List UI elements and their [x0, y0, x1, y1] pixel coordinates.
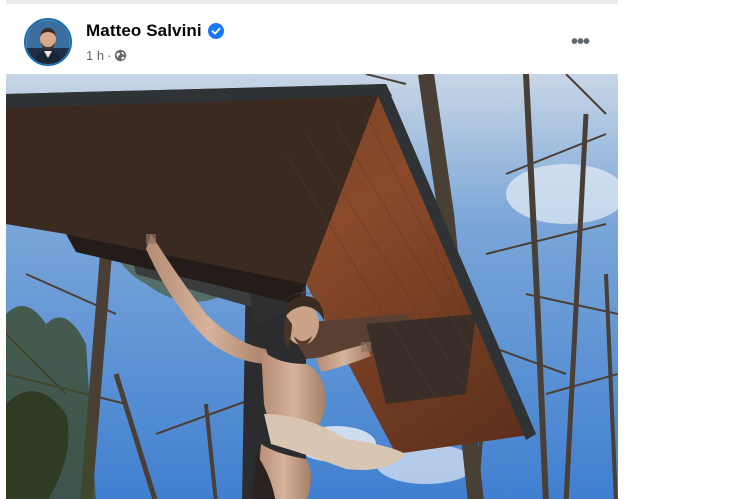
author-avatar[interactable] — [24, 18, 72, 66]
meta-separator: · — [107, 48, 112, 63]
post-meta: 1 h · — [86, 48, 127, 63]
author-row: Matteo Salvini — [86, 20, 224, 42]
crucifix-photo — [6, 74, 618, 499]
post-card: Matteo Salvini 1 h · ••• — [6, 0, 618, 499]
verified-badge-icon — [207, 23, 224, 39]
more-options-button[interactable]: ••• — [564, 31, 596, 53]
page-background-right — [618, 0, 750, 499]
post-header: Matteo Salvini 1 h · ••• — [6, 4, 618, 70]
author-name[interactable]: Matteo Salvini — [86, 21, 202, 41]
post-timestamp[interactable]: 1 h — [86, 48, 104, 63]
post-photo[interactable] — [6, 74, 618, 499]
globe-icon — [115, 49, 127, 62]
avatar-image — [26, 20, 70, 64]
